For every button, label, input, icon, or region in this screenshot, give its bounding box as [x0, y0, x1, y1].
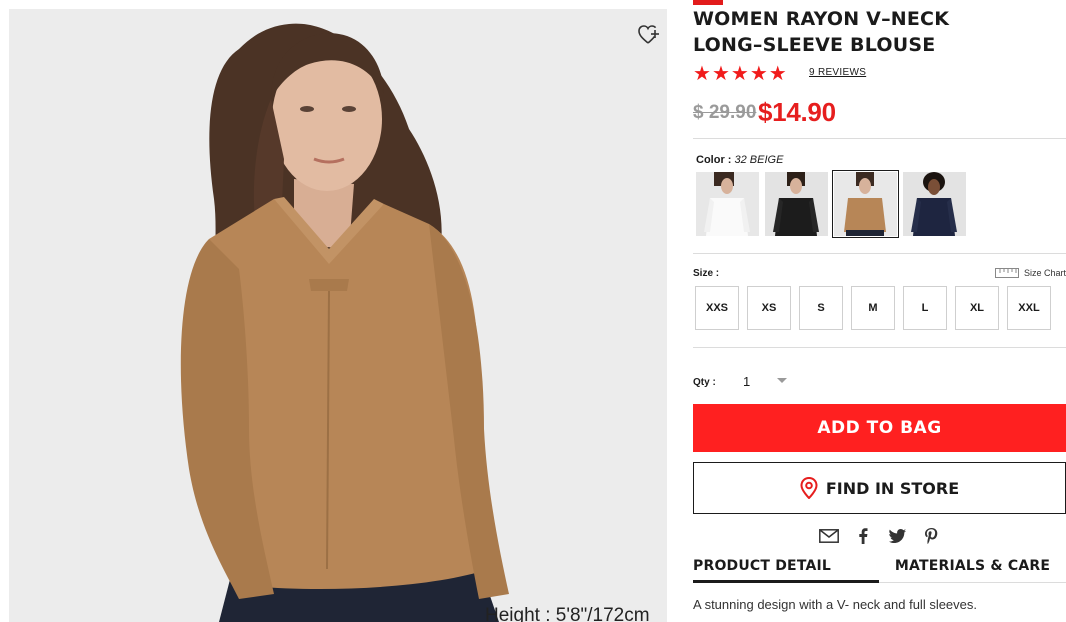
- original-price: $ 29.90: [693, 102, 757, 123]
- chevron-down-icon: [777, 378, 787, 383]
- star-icon: ★: [768, 63, 787, 85]
- add-to-wishlist-heart-icon[interactable]: [638, 25, 664, 51]
- color-swatch-navy[interactable]: [903, 172, 966, 236]
- add-to-bag-button[interactable]: ADD TO BAG: [693, 404, 1066, 452]
- tab-materials-care[interactable]: MATERIALS & CARE: [879, 558, 1066, 583]
- model-illustration: [180, 23, 509, 622]
- product-description: A stunning design with a V- neck and ful…: [693, 597, 978, 612]
- color-swatch-beige[interactable]: [832, 170, 899, 238]
- size-chart-label: Size Chart: [1023, 268, 1066, 278]
- size-label: Size :: [693, 268, 720, 279]
- selected-color-value: 32 BEIGE: [734, 154, 784, 166]
- share-links: [819, 526, 941, 546]
- product-title: WOMEN RAYON V–NECK LONG–SLEEVE BLOUSE: [693, 8, 950, 56]
- size-option-xxs[interactable]: XXS: [695, 286, 739, 330]
- divider: [693, 138, 1066, 139]
- color-swatch-white[interactable]: [696, 172, 759, 236]
- product-photo: Height : 5'8"/172cm: [9, 9, 667, 622]
- facebook-icon[interactable]: [853, 526, 873, 546]
- star-icon: ★: [711, 63, 730, 85]
- size-option-xs[interactable]: XS: [747, 286, 791, 330]
- twitter-icon[interactable]: [887, 526, 907, 546]
- star-icon: ★: [693, 63, 711, 85]
- reviews-link[interactable]: 9 REVIEWS: [809, 67, 866, 78]
- size-option-xxl[interactable]: XXL: [1007, 286, 1051, 330]
- color-swatch-black[interactable]: [765, 172, 828, 236]
- find-in-store-label: FIND IN STORE: [825, 478, 960, 498]
- color-label: Color : 32 BEIGE: [696, 154, 783, 166]
- product-tabs: PRODUCT DETAIL MATERIALS & CARE: [693, 558, 1066, 583]
- quantity-value: 1: [743, 373, 751, 389]
- size-options: XXS XS S M L XL XXL: [695, 286, 1051, 330]
- size-option-xl[interactable]: XL: [955, 286, 999, 330]
- product-info-panel: WOMEN RAYON V–NECK LONG–SLEEVE BLOUSE ★ …: [693, 0, 1066, 622]
- size-option-m[interactable]: M: [851, 286, 895, 330]
- model-height-caption: Height : 5'8"/172cm: [485, 605, 650, 622]
- qty-label: Qty :: [693, 377, 716, 388]
- divider: [693, 347, 1066, 348]
- pinterest-icon[interactable]: [921, 526, 941, 546]
- divider: [693, 253, 1066, 254]
- size-chart-link[interactable]: Size Chart: [994, 268, 1066, 278]
- color-swatches: [696, 170, 966, 238]
- ruler-icon: [994, 268, 1019, 278]
- location-pin-icon: [800, 477, 818, 499]
- tab-product-detail[interactable]: PRODUCT DETAIL: [693, 558, 879, 583]
- sale-price: $14.90: [758, 97, 836, 127]
- star-icon: ★: [730, 63, 749, 85]
- quantity-select[interactable]: 1: [743, 370, 793, 392]
- size-option-l[interactable]: L: [903, 286, 947, 330]
- star-icon: ★: [749, 63, 768, 85]
- sale-flag: [693, 0, 723, 5]
- size-option-s[interactable]: S: [799, 286, 843, 330]
- rating-stars: ★ ★ ★ ★ ★: [693, 64, 787, 84]
- find-in-store-button[interactable]: FIND IN STORE: [693, 462, 1066, 514]
- color-label-text: Color :: [696, 154, 732, 166]
- mail-icon[interactable]: [819, 526, 839, 546]
